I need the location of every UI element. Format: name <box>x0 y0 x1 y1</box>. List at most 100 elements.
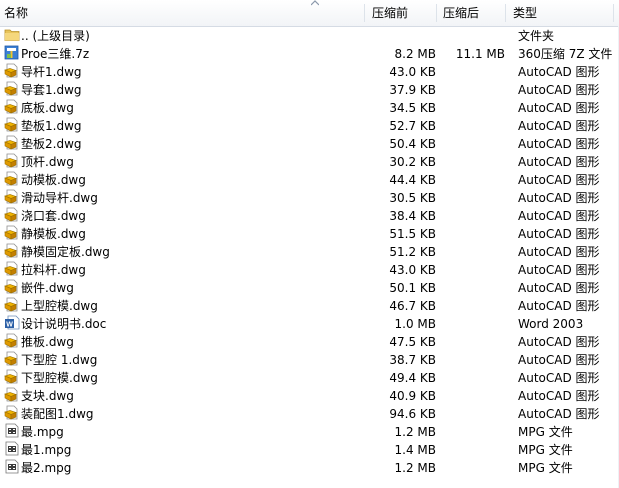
file-row[interactable]: W 设计说明书.doc 1.0 MB Word 2003 <box>0 315 619 333</box>
compressed-size: 43.0 KB <box>389 263 436 277</box>
compressed-size: 50.4 KB <box>389 137 436 151</box>
file-row[interactable]: 滑动导杆.dwg 30.5 KB AutoCAD 图形 <box>0 189 619 207</box>
dwg-file-icon <box>4 369 20 384</box>
file-name: 导杆1.dwg <box>21 65 82 79</box>
file-row[interactable]: 导杆1.dwg 43.0 KB AutoCAD 图形 <box>0 63 619 81</box>
word-doc-icon: W <box>4 315 20 330</box>
file-type: AutoCAD 图形 <box>518 335 600 349</box>
file-type: AutoCAD 图形 <box>518 137 600 151</box>
file-type: AutoCAD 图形 <box>518 227 600 241</box>
compressed-size: 49.4 KB <box>389 371 436 385</box>
file-name: 设计说明书.doc <box>21 317 107 331</box>
file-type: AutoCAD 图形 <box>518 263 600 277</box>
file-type: AutoCAD 图形 <box>518 155 600 169</box>
file-type: 文件夹 <box>518 29 555 43</box>
file-row[interactable]: 最1.mpg 1.4 MB MPG 文件 <box>0 441 619 459</box>
file-type: AutoCAD 图形 <box>518 83 600 97</box>
compressed-size: 51.2 KB <box>389 245 436 259</box>
file-type: AutoCAD 图形 <box>518 299 600 313</box>
column-separator[interactable] <box>613 4 614 22</box>
file-list: .. (上级目录) 文件夹 Proe三维.7z 8.2 MB 11.1 MB 360压缩 … <box>0 27 619 477</box>
dwg-file-icon <box>4 153 20 168</box>
file-name: 下型腔 1.dwg <box>21 353 98 367</box>
file-row[interactable]: 动模板.dwg 44.4 KB AutoCAD 图形 <box>0 171 619 189</box>
file-row[interactable]: Proe三维.7z 8.2 MB 11.1 MB 360压缩 7Z 文件 <box>0 45 619 63</box>
file-type: AutoCAD 图形 <box>518 281 600 295</box>
file-row[interactable]: 浇口套.dwg 38.4 KB AutoCAD 图形 <box>0 207 619 225</box>
file-row[interactable]: 静模固定板.dwg 51.2 KB AutoCAD 图形 <box>0 243 619 261</box>
file-type: MPG 文件 <box>518 425 573 439</box>
file-type: AutoCAD 图形 <box>518 119 600 133</box>
file-type: MPG 文件 <box>518 461 573 475</box>
compressed-size: 37.9 KB <box>389 83 436 97</box>
file-name: 垫板1.dwg <box>21 119 82 133</box>
file-row[interactable]: 垫板2.dwg 50.4 KB AutoCAD 图形 <box>0 135 619 153</box>
file-row[interactable]: 静模板.dwg 51.5 KB AutoCAD 图形 <box>0 225 619 243</box>
dwg-file-icon <box>4 243 20 258</box>
file-row[interactable]: 嵌件.dwg 50.1 KB AutoCAD 图形 <box>0 279 619 297</box>
compressed-size: 51.5 KB <box>389 227 436 241</box>
column-separator[interactable] <box>436 4 437 22</box>
file-name: 装配图1.dwg <box>21 407 94 421</box>
dwg-file-icon <box>4 387 20 402</box>
file-row[interactable]: 导套1.dwg 37.9 KB AutoCAD 图形 <box>0 81 619 99</box>
file-row[interactable]: 最.mpg 1.2 MB MPG 文件 <box>0 423 619 441</box>
file-row[interactable]: 下型腔 1.dwg 38.7 KB AutoCAD 图形 <box>0 351 619 369</box>
dwg-file-icon <box>4 171 20 186</box>
column-separator[interactable] <box>505 4 506 22</box>
compressed-size: 50.1 KB <box>389 281 436 295</box>
file-name: 滑动导杆.dwg <box>21 191 98 205</box>
sort-arrow-icon <box>311 0 319 6</box>
file-name: 支块.dwg <box>21 389 74 403</box>
compressed-size: 30.5 KB <box>389 191 436 205</box>
file-name: 浇口套.dwg <box>21 209 86 223</box>
compressed-size: 1.2 MB <box>394 425 436 439</box>
compressed-size: 1.2 MB <box>394 461 436 475</box>
file-row[interactable]: 支块.dwg 40.9 KB AutoCAD 图形 <box>0 387 619 405</box>
dwg-file-icon <box>4 279 20 294</box>
column-header-compressed[interactable]: 压缩前 <box>372 0 408 26</box>
dwg-file-icon <box>4 207 20 222</box>
file-row[interactable]: 顶杆.dwg 30.2 KB AutoCAD 图形 <box>0 153 619 171</box>
file-type: AutoCAD 图形 <box>518 65 600 79</box>
file-row[interactable]: 上型腔模.dwg 46.7 KB AutoCAD 图形 <box>0 297 619 315</box>
compressed-size: 8.2 MB <box>394 47 436 61</box>
file-row[interactable]: 装配图1.dwg 94.6 KB AutoCAD 图形 <box>0 405 619 423</box>
file-row[interactable]: 最2.mpg 1.2 MB MPG 文件 <box>0 459 619 477</box>
file-name: 顶杆.dwg <box>21 155 74 169</box>
compressed-size: 38.7 KB <box>389 353 436 367</box>
compressed-size: 44.4 KB <box>389 173 436 187</box>
file-type: MPG 文件 <box>518 443 573 457</box>
column-header-type[interactable]: 类型 <box>513 0 537 26</box>
file-type: AutoCAD 图形 <box>518 353 600 367</box>
file-row[interactable]: 下型腔模.dwg 49.4 KB AutoCAD 图形 <box>0 369 619 387</box>
file-row[interactable]: 垫板1.dwg 52.7 KB AutoCAD 图形 <box>0 117 619 135</box>
file-name: 底板.dwg <box>21 101 74 115</box>
dwg-file-icon <box>4 135 20 150</box>
dwg-file-icon <box>4 189 20 204</box>
compressed-size: 43.0 KB <box>389 65 436 79</box>
file-type: AutoCAD 图形 <box>518 245 600 259</box>
dwg-file-icon <box>4 351 20 366</box>
file-row[interactable]: 推板.dwg 47.5 KB AutoCAD 图形 <box>0 333 619 351</box>
file-name: .. (上级目录) <box>21 29 90 43</box>
file-name: 静模固定板.dwg <box>21 245 110 259</box>
compressed-size: 40.9 KB <box>389 389 436 403</box>
dwg-file-icon <box>4 63 20 78</box>
dwg-file-icon <box>4 81 20 96</box>
file-type: AutoCAD 图形 <box>518 407 600 421</box>
file-row[interactable]: 底板.dwg 34.5 KB AutoCAD 图形 <box>0 99 619 117</box>
file-name: 动模板.dwg <box>21 173 86 187</box>
compressed-size: 1.4 MB <box>394 443 436 457</box>
file-row[interactable]: .. (上级目录) 文件夹 <box>0 27 619 45</box>
file-row[interactable]: 拉料杆.dwg 43.0 KB AutoCAD 图形 <box>0 261 619 279</box>
file-type: AutoCAD 图形 <box>518 371 600 385</box>
column-header-uncompressed[interactable]: 压缩后 <box>443 0 479 26</box>
column-separator[interactable] <box>364 4 365 22</box>
file-name: 最1.mpg <box>21 443 72 457</box>
column-header-name[interactable]: 名称 <box>4 0 28 26</box>
file-type: AutoCAD 图形 <box>518 173 600 187</box>
file-type: AutoCAD 图形 <box>518 389 600 403</box>
mpg-file-icon <box>4 441 20 456</box>
column-header-bar: 名称 压缩前 压缩后 类型 <box>0 0 619 27</box>
